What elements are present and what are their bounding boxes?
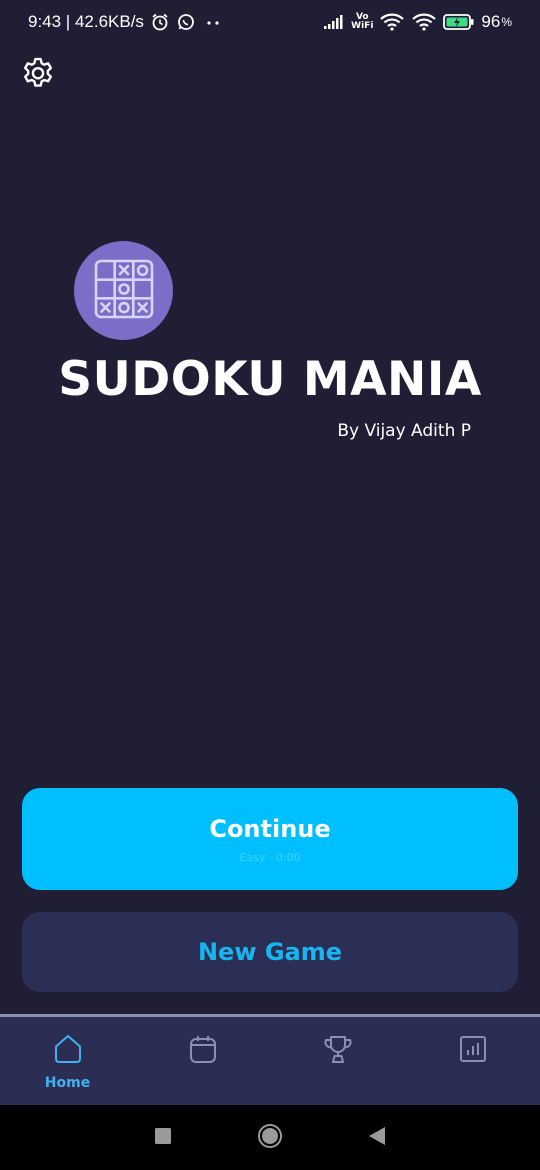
new-game-button[interactable]: New Game bbox=[22, 912, 518, 992]
continue-game-info: Easy · 0:00 bbox=[239, 850, 301, 864]
continue-button[interactable]: Continue Easy · 0:00 bbox=[22, 788, 518, 890]
nav-item-home[interactable]: Home bbox=[0, 1017, 135, 1105]
home-icon bbox=[53, 1033, 83, 1069]
app-screen: 9:43 | 42.6KB/s Vo WiFi 96 % SUDOKU MANI… bbox=[0, 0, 540, 1170]
trophy-icon bbox=[322, 1033, 354, 1069]
nav-item-daily-challenges[interactable] bbox=[135, 1017, 270, 1105]
more-dots-icon bbox=[202, 12, 224, 32]
battery-unit: % bbox=[501, 15, 512, 29]
gear-icon bbox=[19, 55, 57, 97]
vowifi-bottom: WiFi bbox=[351, 21, 374, 31]
settings-button[interactable] bbox=[18, 56, 58, 96]
recents-square-icon bbox=[154, 1127, 172, 1149]
author-credit: By Vijay Adith P bbox=[337, 421, 471, 441]
home-circle-icon bbox=[257, 1123, 283, 1153]
nav-item-awards[interactable] bbox=[270, 1017, 405, 1105]
vowifi-indicator: Vo WiFi bbox=[351, 13, 373, 31]
battery-percent: 96 bbox=[481, 12, 501, 31]
calendar-icon bbox=[188, 1033, 218, 1069]
signal-icon bbox=[323, 13, 345, 31]
continue-label: Continue bbox=[209, 814, 331, 843]
status-bar: 9:43 | 42.6KB/s Vo WiFi 96 % bbox=[0, 0, 540, 44]
recents-button[interactable] bbox=[143, 1118, 183, 1158]
battery-charging-icon bbox=[443, 13, 475, 31]
back-button[interactable] bbox=[357, 1118, 397, 1158]
app-title: SUDOKU MANIA bbox=[58, 352, 482, 407]
wifi-icon bbox=[379, 12, 405, 32]
nav-item-statistics[interactable] bbox=[405, 1017, 540, 1105]
system-home-button[interactable] bbox=[250, 1118, 290, 1158]
status-right: Vo WiFi 96% bbox=[323, 12, 512, 32]
back-triangle-icon bbox=[368, 1126, 386, 1150]
alarm-icon bbox=[150, 12, 170, 32]
whatsapp-icon bbox=[176, 12, 196, 32]
wifi-icon bbox=[411, 12, 437, 32]
statistics-icon bbox=[458, 1033, 488, 1069]
app-logo bbox=[74, 241, 173, 340]
bottom-navigation: Home bbox=[0, 1014, 540, 1105]
nav-label-home: Home bbox=[44, 1075, 91, 1091]
status-time-speed: 9:43 | 42.6KB/s bbox=[28, 12, 144, 31]
tic-tac-toe-grid-icon bbox=[92, 257, 156, 325]
status-left: 9:43 | 42.6KB/s bbox=[28, 12, 224, 32]
system-navigation-bar bbox=[0, 1105, 540, 1170]
new-game-label: New Game bbox=[197, 938, 343, 966]
